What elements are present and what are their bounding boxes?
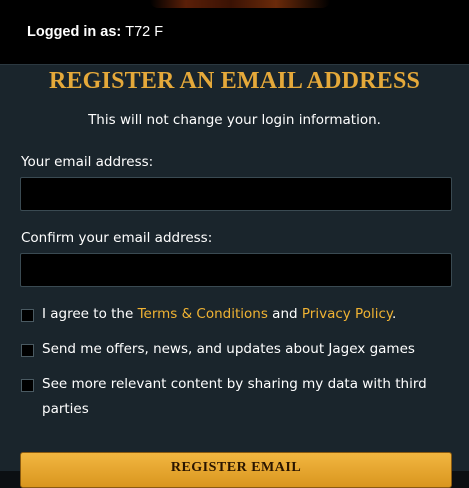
top-bar: Logged in as: T72 F (0, 0, 469, 64)
terms-link[interactable]: Terms & Conditions (138, 306, 268, 322)
login-label: Logged in as: (27, 24, 122, 40)
register-email-button[interactable]: REGISTER EMAIL (20, 452, 452, 488)
share-data-text: See more relevant content by sharing my … (42, 376, 427, 417)
share-data-row: See more relevant content by sharing my … (21, 376, 441, 422)
page-title: REGISTER AN EMAIL ADDRESS (48, 68, 421, 94)
login-status: Logged in as: T72 F (27, 22, 163, 42)
agree-terms-text: I agree to the Terms & Conditions and Pr… (42, 302, 396, 327)
agree-text-prefix: I agree to the (42, 306, 138, 322)
username: T72 F (125, 24, 164, 40)
offers-row: Send me offers, news, and updates about … (21, 341, 441, 362)
email-input[interactable] (20, 177, 452, 211)
share-data-checkbox[interactable] (21, 379, 34, 392)
email-label: Your email address: (21, 154, 154, 170)
privacy-link[interactable]: Privacy Policy (302, 306, 392, 322)
agree-text-suffix: . (391, 306, 397, 322)
header-artwork (150, 0, 330, 8)
agree-text-and: and (267, 306, 302, 322)
agree-terms-row: I agree to the Terms & Conditions and Pr… (21, 306, 441, 327)
agree-terms-checkbox[interactable] (21, 309, 34, 322)
offers-text: Send me offers, news, and updates about … (42, 341, 415, 357)
confirm-email-label: Confirm your email address: (21, 230, 213, 246)
offers-checkbox[interactable] (21, 344, 34, 357)
confirm-email-input[interactable] (20, 253, 452, 287)
page-subtitle: This will not change your login informat… (88, 112, 381, 128)
